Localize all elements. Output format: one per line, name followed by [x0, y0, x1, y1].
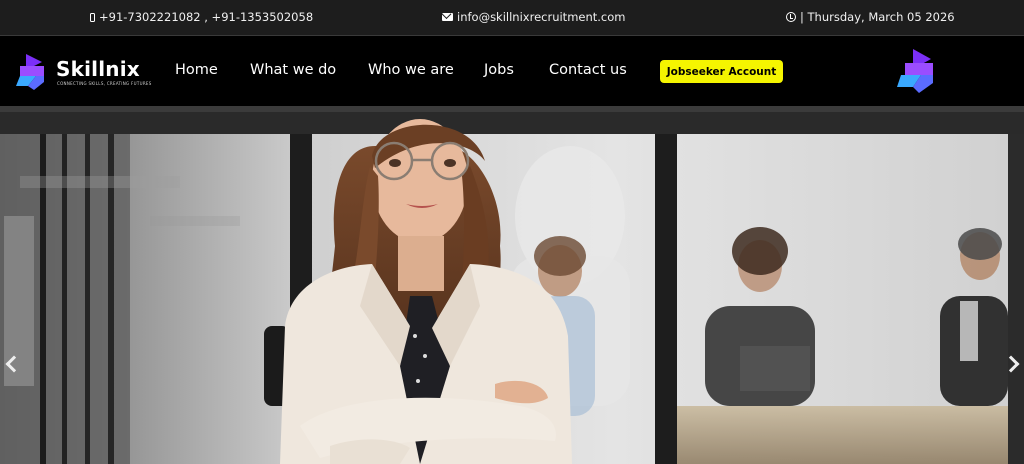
nav-item-who-we-are[interactable]: Who we are [368, 62, 454, 78]
nav-item-contact-us[interactable]: Contact us [549, 62, 627, 78]
hero-image [0, 106, 1024, 464]
skillnix-logo-icon [16, 54, 44, 90]
top-contact-bar: +91-7302221082 , +91-1353502058 info@ski… [0, 0, 1024, 36]
nav-item-what-we-do[interactable]: What we do [250, 62, 336, 78]
current-date: | Thursday, March 05 2026 [800, 10, 955, 24]
brand-name: Skillnix [56, 57, 140, 81]
phone-icon [90, 12, 95, 22]
skillnix-emblem-icon [897, 49, 933, 93]
nav-item-jobs[interactable]: Jobs [484, 62, 514, 78]
brand-logo[interactable]: Skillnix CONNECTING SKILLS, CREATING FUT… [14, 52, 154, 92]
slider-next-button[interactable] [1003, 354, 1019, 374]
hero-banner [0, 106, 1024, 464]
clock-icon [786, 12, 796, 22]
slider-prev-button[interactable] [6, 354, 22, 374]
email-info[interactable]: info@skillnixrecruitment.com [442, 10, 625, 24]
email-address[interactable]: info@skillnixrecruitment.com [457, 10, 625, 24]
date-info: | Thursday, March 05 2026 [786, 10, 955, 24]
nav-item-home[interactable]: Home [175, 62, 218, 78]
phone-info[interactable]: +91-7302221082 , +91-1353502058 [90, 10, 313, 24]
jobseeker-account-button[interactable]: Jobseeker Account [660, 60, 783, 83]
envelope-icon [442, 13, 453, 21]
main-navbar: Skillnix CONNECTING SKILLS, CREATING FUT… [0, 37, 1024, 106]
phone-numbers[interactable]: +91-7302221082 , +91-1353502058 [99, 10, 313, 24]
brand-tagline: CONNECTING SKILLS, CREATING FUTURES [57, 81, 152, 86]
